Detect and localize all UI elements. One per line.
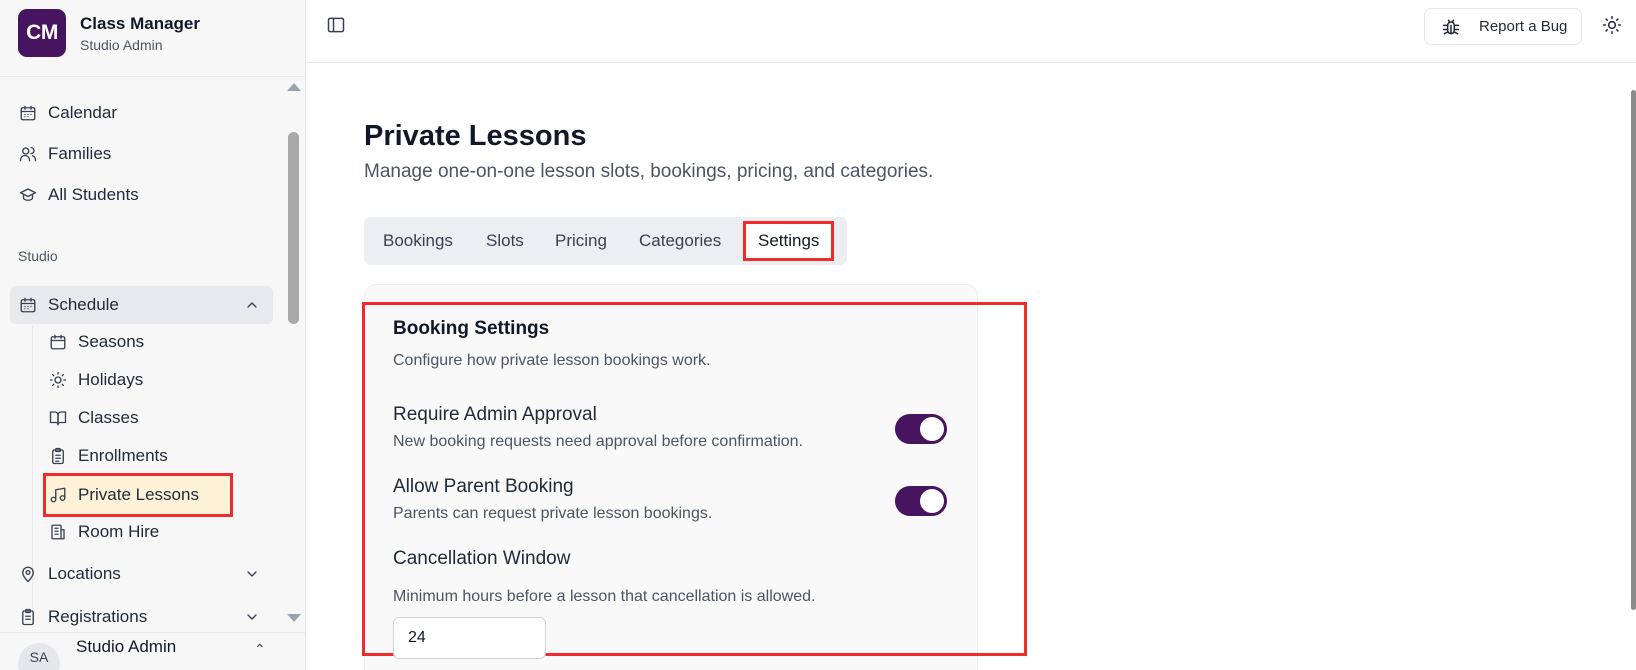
sun-icon: [48, 370, 68, 390]
graduation-cap-icon: [18, 185, 38, 205]
user-footer[interactable]: SA Studio Admin ⌃: [0, 632, 305, 670]
sidebar-item-families[interactable]: Families: [18, 136, 111, 172]
sidebar: CM Class Manager Studio Admin Calendar F…: [0, 0, 306, 670]
brand-header[interactable]: CM Class Manager Studio Admin: [0, 0, 305, 77]
main-scrollbar[interactable]: [1630, 70, 1636, 610]
sidebar-item-label: Registrations: [48, 607, 148, 626]
chevron-up-icon[interactable]: [244, 297, 260, 313]
page-subtitle: Manage one-on-one lesson slots, bookings…: [364, 161, 934, 182]
sidebar-item-classes[interactable]: Classes: [48, 400, 138, 436]
tab-list: Bookings Slots Pricing Categories Settin…: [364, 217, 847, 265]
avatar: SA: [18, 643, 60, 670]
sidebar-toggle-icon[interactable]: [326, 15, 348, 37]
sidebar-item-label: Families: [48, 144, 112, 163]
sidebar-item-label: Schedule: [48, 295, 119, 314]
sidebar-item-private-lessons[interactable]: Private Lessons: [48, 477, 199, 513]
sidebar-item-seasons[interactable]: Seasons: [48, 324, 144, 360]
page-title: Private Lessons: [364, 120, 587, 152]
sidebar-scroll-thumb[interactable]: [288, 132, 299, 324]
tab-slots[interactable]: Slots: [486, 227, 524, 255]
main-scroll-thumb[interactable]: [1631, 90, 1636, 610]
brand-logo: CM: [18, 9, 66, 57]
sidebar-item-label: Private Lessons: [78, 485, 199, 504]
sidebar-item-label: Enrollments: [78, 446, 168, 465]
calendar-icon: [18, 103, 38, 123]
sidebar-scrollbar[interactable]: [282, 78, 304, 630]
tab-pricing[interactable]: Pricing: [555, 227, 607, 255]
tab-bookings[interactable]: Bookings: [383, 227, 453, 255]
sidebar-item-calendar[interactable]: Calendar: [18, 95, 117, 131]
map-pin-icon: [18, 564, 38, 584]
cancellation-window-input[interactable]: [393, 617, 546, 659]
building-icon: [48, 522, 68, 542]
sidebar-item-enrollments[interactable]: Enrollments: [48, 438, 168, 474]
require-approval-toggle[interactable]: [895, 414, 947, 444]
toggle-knob: [920, 489, 944, 513]
scroll-down-arrow-icon[interactable]: [287, 614, 301, 622]
tab-settings[interactable]: Settings: [743, 221, 835, 261]
allow-parent-description: Parents can request private lesson booki…: [393, 505, 713, 522]
require-approval-label: Require Admin Approval: [393, 404, 597, 425]
sidebar-item-label: Room Hire: [78, 522, 160, 541]
clipboard-icon: [18, 607, 38, 627]
sidebar-item-registrations[interactable]: Registrations: [18, 599, 147, 630]
sidebar-item-schedule[interactable]: Schedule: [18, 287, 119, 323]
chevron-updown-icon[interactable]: ⌃: [254, 641, 266, 658]
brand-subtitle: Studio Admin: [80, 37, 163, 53]
users-icon: [18, 144, 38, 164]
user-name: Studio Admin: [76, 637, 177, 656]
brand-name: Class Manager: [80, 14, 200, 33]
clipboard-icon: [48, 446, 68, 466]
cancellation-window-description: Minimum hours before a lesson that cance…: [393, 588, 816, 605]
sidebar-item-label: Locations: [48, 564, 121, 583]
tab-categories[interactable]: Categories: [639, 227, 721, 255]
topbar: Report a Bug: [306, 0, 1636, 63]
chevron-down-icon[interactable]: [244, 609, 260, 625]
allow-parent-toggle[interactable]: [895, 486, 947, 516]
book-open-icon: [48, 408, 68, 428]
music-icon: [48, 485, 68, 505]
sidebar-item-label: All Students: [48, 185, 139, 204]
scroll-up-arrow-icon[interactable]: [287, 83, 301, 91]
cancellation-window-label: Cancellation Window: [393, 548, 571, 569]
sidebar-item-label: Seasons: [78, 332, 145, 351]
calendar-icon: [18, 295, 38, 315]
allow-parent-label: Allow Parent Booking: [393, 476, 574, 497]
app-root: CM Class Manager Studio Admin Calendar F…: [0, 0, 1636, 670]
sidebar-item-holidays[interactable]: Holidays: [48, 362, 143, 398]
require-approval-description: New booking requests need approval befor…: [393, 433, 804, 450]
card-description: Configure how private lesson bookings wo…: [393, 352, 711, 369]
sidebar-section-studio: Studio: [18, 248, 58, 264]
sidebar-item-locations[interactable]: Locations: [18, 556, 121, 592]
toggle-knob: [920, 417, 944, 441]
calendar-icon: [48, 332, 68, 352]
card-title: Booking Settings: [393, 318, 550, 339]
sidebar-nav: Calendar Families All Students Studio Sc…: [0, 78, 282, 630]
sidebar-item-label: Holidays: [78, 370, 144, 389]
sidebar-item-label: Classes: [78, 408, 139, 427]
sidebar-item-all-students[interactable]: All Students: [18, 177, 139, 213]
sun-icon[interactable]: [1602, 15, 1624, 37]
sidebar-item-label: Calendar: [48, 103, 117, 122]
bug-icon: [1441, 17, 1461, 37]
report-bug-button[interactable]: Report a Bug: [1424, 8, 1582, 45]
sidebar-item-room-hire[interactable]: Room Hire: [48, 514, 159, 550]
chevron-down-icon[interactable]: [244, 566, 260, 582]
report-bug-label: Report a Bug: [1479, 18, 1568, 35]
